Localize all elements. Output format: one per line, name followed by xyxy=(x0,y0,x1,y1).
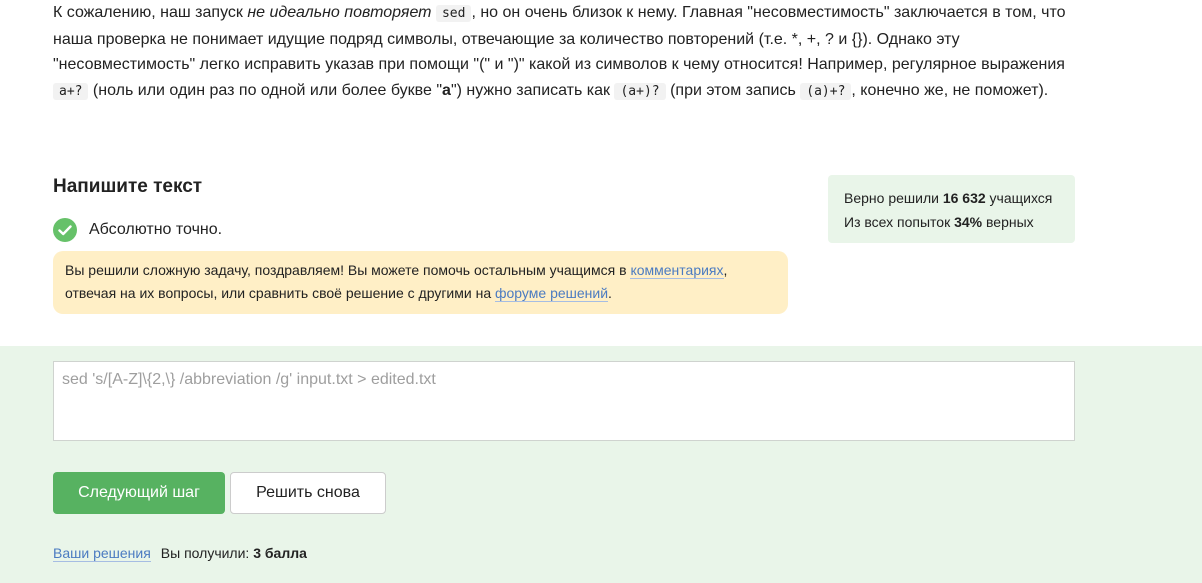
next-step-button[interactable]: Следующий шаг xyxy=(53,472,225,514)
submission-footer: Ваши решения Вы получили: 3 балла xyxy=(53,545,307,562)
inline-code-sed: sed xyxy=(435,5,472,22)
text-fragment: (ноль или один раз по одной или более бу… xyxy=(88,81,443,99)
stats-label: верных xyxy=(982,214,1034,230)
solved-count: 16 632 xyxy=(942,190,986,206)
stats-panel: Верно решили 16 632 учащихся Из всех поп… xyxy=(828,175,1075,243)
inline-code-regex-group-wrong: (a)+? xyxy=(800,82,852,100)
check-circle-icon xyxy=(53,218,77,242)
congrats-notice: Вы решили сложную задачу, поздравляем! В… xyxy=(53,251,788,314)
step-paragraph: К сожалению, наш запуск не идеально повт… xyxy=(53,0,1073,104)
inline-code-regex: a+? xyxy=(53,82,89,100)
text-fragment: ") нужно записать как xyxy=(450,81,615,99)
attempts-line: Из всех попыток 34% верных xyxy=(844,210,1059,234)
stats-label: Из всех попыток xyxy=(844,214,955,230)
attempts-percent: 34% xyxy=(954,214,983,230)
solutions-forum-link[interactable]: форуме решений xyxy=(495,285,609,302)
text-emphasis: не идеально повторяет xyxy=(247,4,432,21)
text-fragment: (при этом запись xyxy=(665,81,801,99)
comments-link[interactable]: комментариях xyxy=(630,262,724,279)
text-fragment: , конечно же, не поможет). xyxy=(851,81,1049,99)
step-text: К сожалению, наш запуск не идеально повт… xyxy=(53,0,1073,104)
solved-count-line: Верно решили 16 632 учащихся xyxy=(844,186,1059,210)
score-value: 3 балла xyxy=(253,545,307,561)
answer-textarea[interactable]: sed 's/[A-Z]\{2,\} /abbreviation /g' inp… xyxy=(53,361,1075,441)
your-solutions-link[interactable]: Ваши решения xyxy=(53,545,151,562)
answer-section: sed 's/[A-Z]\{2,\} /abbreviation /g' inp… xyxy=(0,346,1202,583)
result-status: Абсолютно точно. xyxy=(53,218,222,242)
task-title: Напишите текст xyxy=(53,176,203,197)
score-label: Вы получили: xyxy=(160,545,254,561)
text-fragment: К сожалению, наш запуск xyxy=(53,4,248,21)
solve-again-button[interactable]: Решить снова xyxy=(230,472,386,514)
text-bold: a xyxy=(442,81,451,99)
notice-text: . xyxy=(608,285,612,301)
result-status-text: Абсолютно точно. xyxy=(89,221,223,238)
notice-text: Вы решили сложную задачу, поздравляем! В… xyxy=(65,262,631,278)
stats-label: учащихся xyxy=(985,190,1053,206)
inline-code-regex-group: (a+)? xyxy=(614,82,666,100)
stats-label: Верно решили xyxy=(844,190,943,206)
